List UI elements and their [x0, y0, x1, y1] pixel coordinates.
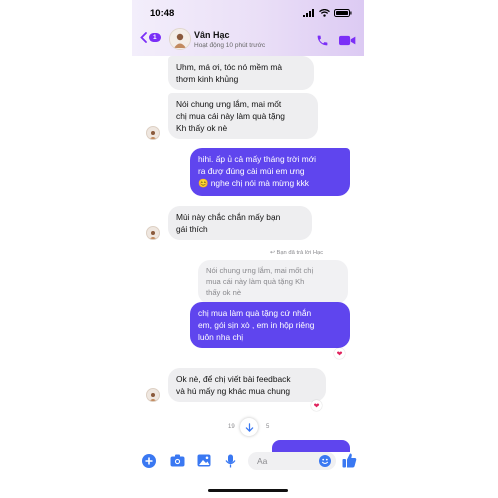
battery-icon	[334, 9, 352, 17]
timestamp: 19	[228, 424, 235, 430]
avatar-image	[149, 131, 157, 139]
sender-avatar[interactable]	[146, 388, 160, 402]
heart-icon: ❤	[336, 350, 343, 358]
message-line: ra đượ đúng cài mùi em ưng	[198, 166, 305, 176]
chat-screen: 10:48 1 Vân Hạc Hoạt động 10 phút trước …	[132, 0, 364, 498]
quote-line: mua cái này làm quà tặng Kh	[206, 277, 305, 286]
incoming-message[interactable]: Nói chung ưng lắm, mai mốt chị mua cái n…	[168, 93, 318, 139]
message-line: luôn nha chị	[198, 332, 244, 342]
contact-avatar[interactable]	[169, 28, 191, 50]
back-chevron-icon	[140, 32, 147, 43]
unread-count-badge: 1	[149, 33, 161, 42]
message-line: thơm kinh khủng	[176, 74, 239, 84]
quoted-message[interactable]: Nói chung ưng lắm, mai mốt chị mua cái n…	[198, 260, 348, 304]
message-line: 😊 nghe chị nói mà mừng kkk	[198, 178, 309, 188]
incoming-message[interactable]: Mùi này chắc chắn mấy bạn gái thích	[168, 206, 312, 240]
outgoing-message[interactable]: hihi. ấp ủ cả mấy tháng trời mới ra đượ …	[190, 148, 350, 196]
quote-line: thấy ok nè	[206, 288, 242, 297]
plus-icon[interactable]	[142, 454, 156, 468]
timestamp-left: 19	[228, 424, 235, 430]
contact-name[interactable]: Vân Hạc	[194, 30, 230, 40]
avatar-image	[149, 393, 157, 401]
video-call-icon[interactable]	[339, 34, 356, 47]
message-input[interactable]: Aa	[248, 452, 336, 470]
outgoing-message[interactable]: chị mua làm quà tặng cứ nhắn em, gói sịn…	[190, 302, 350, 348]
heart-reaction[interactable]: ❤	[311, 400, 322, 411]
chat-header: 10:48 1 Vân Hạc Hoạt động 10 phút trước	[132, 0, 364, 56]
signal-icon	[303, 9, 314, 17]
emoji-icon[interactable]	[319, 455, 331, 467]
heart-icon: ❤	[313, 402, 320, 410]
incoming-message[interactable]: Ok nè, để chị viết bài feedback và hú mấ…	[168, 368, 326, 402]
message-line: Ok nè, để chị viết bài feedback	[176, 374, 291, 384]
sender-avatar[interactable]	[146, 126, 160, 140]
message-line: chị mua cái này làm quà tặng	[176, 111, 285, 121]
status-icons	[303, 9, 352, 17]
message-list[interactable]: Uhm, má ơi, tóc nó mềm mà thơm kinh khủn…	[132, 56, 364, 452]
message-line: Mùi này chắc chắn mấy bạn	[176, 212, 281, 222]
message-line: chị mua làm quà tặng cứ nhắn	[198, 308, 312, 318]
arrow-down-icon	[245, 422, 253, 432]
reply-indicator: ↩ Bạn đã trả lời Hạc	[270, 250, 323, 256]
message-line: gái thích	[176, 224, 208, 234]
incoming-message[interactable]: Uhm, má ơi, tóc nó mềm mà thơm kinh khủn…	[168, 56, 314, 90]
message-line: và hú mấy ng khác mua chung	[176, 386, 291, 396]
message-input-placeholder: Aa	[257, 456, 268, 466]
message-composer: Aa	[132, 446, 364, 476]
message-line: hihi. ấp ủ cả mấy tháng trời mới	[198, 154, 317, 164]
heart-reaction[interactable]: ❤	[334, 348, 345, 359]
image-icon[interactable]	[197, 454, 211, 467]
timestamp: 5	[266, 424, 269, 430]
wifi-icon	[319, 9, 330, 17]
quote-line: Nói chung ưng lắm, mai mốt chị	[206, 266, 314, 275]
reply-note-text: Bạn đã trả lời Hạc	[276, 250, 324, 256]
avatar-image	[149, 231, 157, 239]
sender-avatar[interactable]	[146, 226, 160, 240]
message-line: Uhm, má ơi, tóc nó mềm mà	[176, 62, 283, 72]
back-button[interactable]: 1	[140, 32, 161, 43]
camera-icon[interactable]	[170, 454, 185, 467]
message-line: Kh thấy ok nè	[176, 123, 228, 133]
status-time: 10:48	[150, 8, 175, 19]
phone-icon[interactable]	[316, 34, 329, 47]
timestamp-right: 5	[266, 424, 270, 430]
message-line: em, gói sịn xò , em in hộp riêng	[198, 320, 315, 330]
scroll-to-bottom-button[interactable]	[240, 418, 258, 436]
message-line: Nói chung ưng lắm, mai mốt	[176, 99, 282, 109]
microphone-icon[interactable]	[225, 454, 236, 468]
contact-activity-status: Hoạt động 10 phút trước	[194, 42, 266, 49]
thumbs-up-icon[interactable]	[342, 452, 357, 468]
avatar-image	[170, 29, 190, 49]
home-indicator	[208, 489, 288, 492]
